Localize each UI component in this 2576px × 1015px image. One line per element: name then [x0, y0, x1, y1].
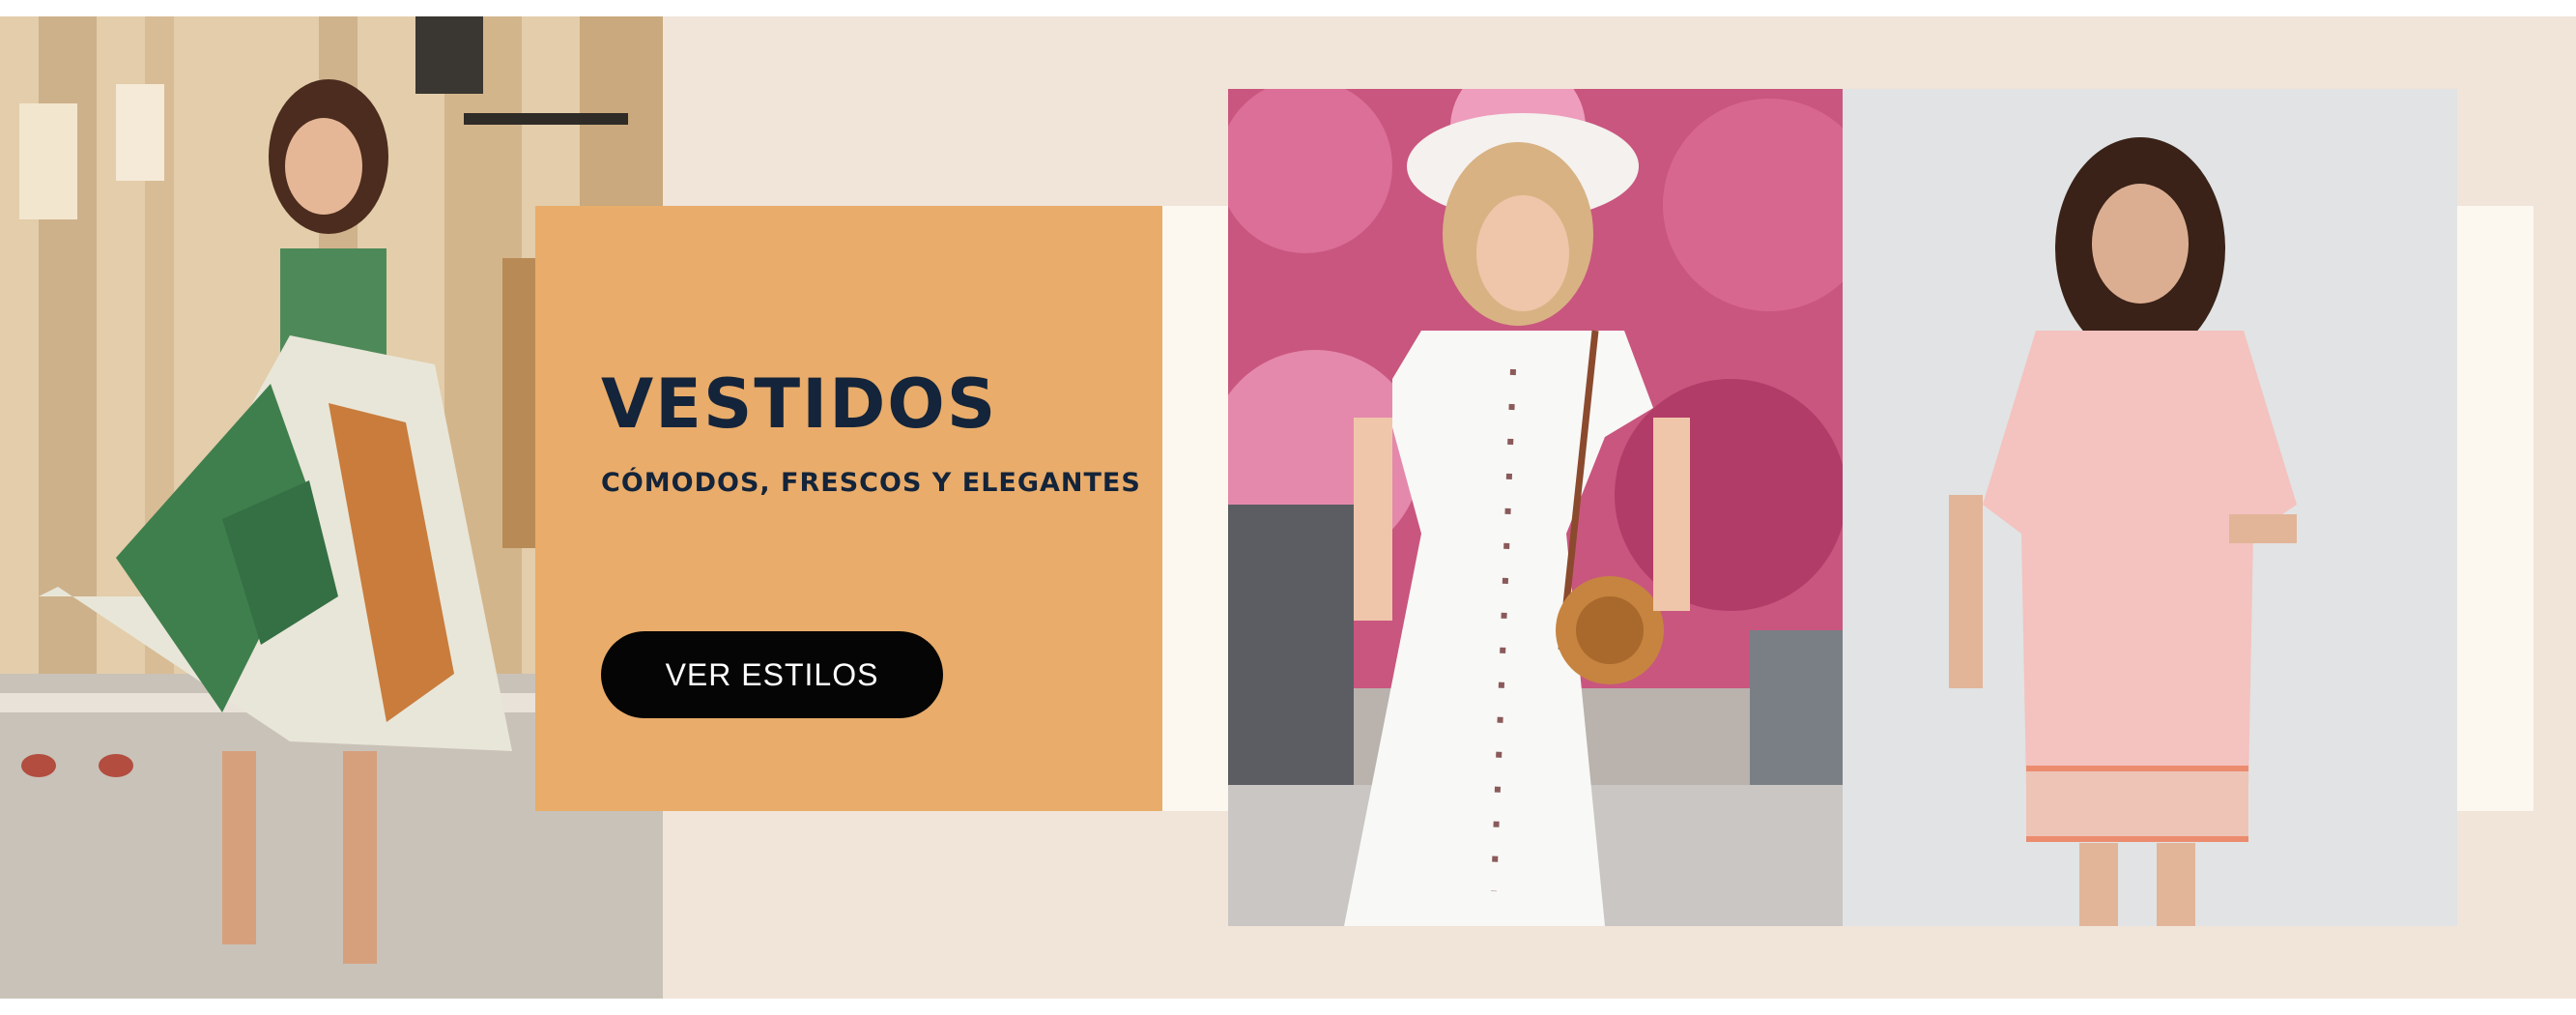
promo-card: VESTIDOS CÓMODOS, FRESCOS Y ELEGANTES VE… — [535, 206, 1162, 811]
promo-subtitle: CÓMODOS, FRESCOS Y ELEGANTES — [601, 468, 1141, 498]
ver-estilos-button[interactable]: VER ESTILOS — [601, 631, 943, 718]
photo-pink-dress — [1843, 89, 2457, 926]
promo-title: VESTIDOS — [601, 364, 998, 444]
photo-white-dress — [1228, 89, 1844, 926]
